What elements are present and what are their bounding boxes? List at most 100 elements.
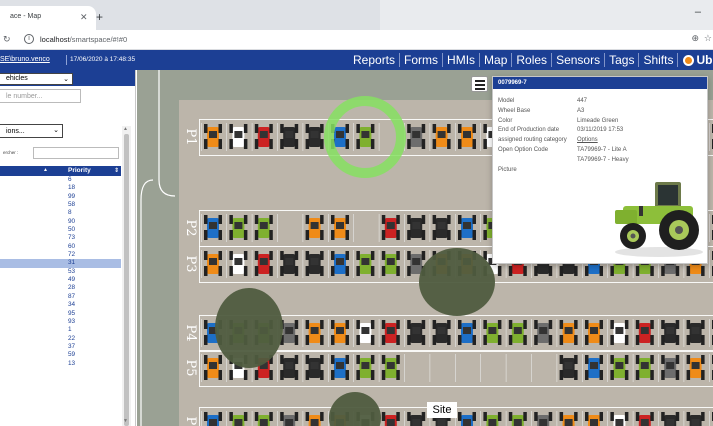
priority-row[interactable]: 6 — [0, 176, 121, 184]
nav-map[interactable]: Map — [481, 53, 510, 67]
slot-divider — [632, 354, 634, 382]
priority-row[interactable]: 58 — [0, 201, 121, 209]
bookmark-star-icon[interactable]: ☆ — [704, 33, 712, 44]
tractor-wheel — [458, 320, 462, 329]
priority-row[interactable]: 1 — [0, 326, 121, 334]
main-menu: Reports Forms HMIs Map Roles Sensors Tag… — [350, 52, 713, 68]
tractor-cab — [386, 362, 395, 369]
priority-row[interactable]: 37 — [0, 343, 121, 351]
tractor-wheel — [345, 335, 349, 345]
tractor-wheel — [447, 215, 451, 224]
tractor-wheel — [574, 320, 578, 329]
scroll-down-icon[interactable]: ▼ — [123, 418, 128, 424]
zoom-icon[interactable]: ⊕ — [691, 33, 699, 44]
priority-row[interactable]: 18 — [0, 184, 121, 192]
tractor-wheel — [320, 139, 324, 149]
minimize-icon[interactable]: – — [695, 6, 701, 18]
tractor-wheel — [483, 412, 487, 421]
close-tab-icon[interactable]: ✕ — [80, 12, 88, 23]
nav-shifts[interactable]: Shifts — [640, 53, 676, 67]
tractor-wheel — [585, 355, 589, 364]
tractor-wheel — [421, 124, 426, 133]
priority-row[interactable]: 8 — [0, 209, 121, 217]
priority-row[interactable]: 60 — [0, 243, 121, 251]
tractor-wheel — [675, 412, 680, 421]
tractor-cab — [615, 362, 624, 369]
tractor-cab — [412, 419, 421, 426]
tractor-wheel — [574, 370, 578, 380]
tractor-wheel — [218, 251, 222, 260]
options-select[interactable]: ions... ⌄ — [0, 124, 63, 138]
slot-divider — [277, 250, 278, 278]
slot-divider — [480, 319, 481, 347]
tractor-wheel — [432, 124, 437, 133]
tractor-cab — [234, 222, 243, 229]
sort-icon[interactable]: ⇕ — [114, 167, 119, 174]
brand-logo[interactable]: Ubi — [679, 53, 713, 67]
tractor-cab — [386, 222, 395, 229]
priority-row[interactable]: 49 — [0, 276, 121, 284]
priority-column-header[interactable]: Priority — [68, 167, 91, 174]
url-field[interactable]: localhost/smartspace/#!#0 — [40, 35, 127, 44]
priority-row[interactable]: 93 — [0, 318, 121, 326]
priority-row[interactable]: 72 — [0, 251, 121, 259]
nav-reports[interactable]: Reports — [350, 53, 398, 67]
nav-forms[interactable]: Forms — [401, 53, 441, 67]
tractor-wheel — [381, 412, 386, 421]
address-bar: ↻ i localhost/smartspace/#!#0 ⊕ ☆ — [0, 30, 713, 50]
tractor-wheel — [650, 355, 654, 364]
priority-list: 6 18 99 58 8 90 50 73 60 72 31 53 49 28 87 34 95 93 1 22 37 5… — [0, 176, 121, 368]
tractor-wheel — [204, 370, 208, 380]
tractor-cab — [209, 419, 217, 426]
priority-row[interactable]: 13 — [0, 360, 121, 368]
category-select[interactable]: ehicles ⌄ — [0, 73, 73, 85]
tractor-wheel — [370, 139, 375, 149]
priority-row[interactable]: 31 — [0, 259, 121, 268]
tractor-wheel — [294, 139, 299, 149]
tractor-wheel — [574, 355, 578, 364]
tractor-wheel — [356, 139, 360, 149]
reload-icon[interactable]: ↻ — [3, 34, 11, 45]
priority-row[interactable]: 50 — [0, 226, 121, 234]
tractor-wheel — [331, 355, 335, 364]
scroll-up-icon[interactable]: ▲ — [123, 126, 128, 132]
priority-row[interactable]: 59 — [0, 351, 121, 359]
tractor-wheel — [331, 370, 335, 380]
field-value: Limeade Green — [577, 117, 619, 124]
tractor-cab — [259, 419, 268, 426]
user-link[interactable]: SE\bruno.venco — [0, 56, 50, 63]
new-tab-icon[interactable]: + — [96, 11, 103, 23]
priority-row[interactable]: 34 — [0, 301, 121, 309]
priority-row[interactable]: 22 — [0, 335, 121, 343]
tractor-cab — [666, 327, 675, 334]
tractor-wheel — [534, 335, 538, 345]
chevron-down-icon: ⌄ — [53, 127, 59, 134]
priority-row[interactable]: 90 — [0, 218, 121, 226]
tractor-wheel — [294, 370, 299, 380]
priority-row[interactable]: 53 — [0, 268, 121, 276]
nav-sensors[interactable]: Sensors — [553, 53, 603, 67]
priority-row[interactable]: 95 — [0, 310, 121, 318]
nav-hmis[interactable]: HMIs — [444, 53, 478, 67]
priority-row[interactable]: 99 — [0, 193, 121, 201]
tractor-wheel — [624, 370, 629, 380]
tractor-cab — [336, 131, 344, 138]
slot-divider — [531, 319, 532, 347]
options-link[interactable]: Options — [577, 137, 598, 143]
list-view-button[interactable] — [471, 76, 488, 92]
nav-divider — [604, 53, 606, 67]
priority-row[interactable]: 73 — [0, 234, 121, 242]
priority-row[interactable]: 87 — [0, 293, 121, 301]
table-search-input[interactable] — [33, 147, 119, 159]
sort-asc-icon[interactable]: ▲ — [43, 167, 48, 173]
slot-divider — [683, 354, 685, 382]
info-icon[interactable]: i — [24, 34, 34, 44]
nav-tags[interactable]: Tags — [606, 53, 637, 67]
tractor-wheel — [254, 251, 259, 260]
priority-row[interactable]: 28 — [0, 284, 121, 292]
search-number-input[interactable]: le number... — [0, 89, 81, 103]
nav-roles[interactable]: Roles — [513, 53, 550, 67]
browser-tabstrip: ace - Map ✕ + – — [0, 0, 713, 30]
slot-divider — [658, 411, 659, 426]
scrollbar-thumb[interactable] — [124, 134, 129, 426]
